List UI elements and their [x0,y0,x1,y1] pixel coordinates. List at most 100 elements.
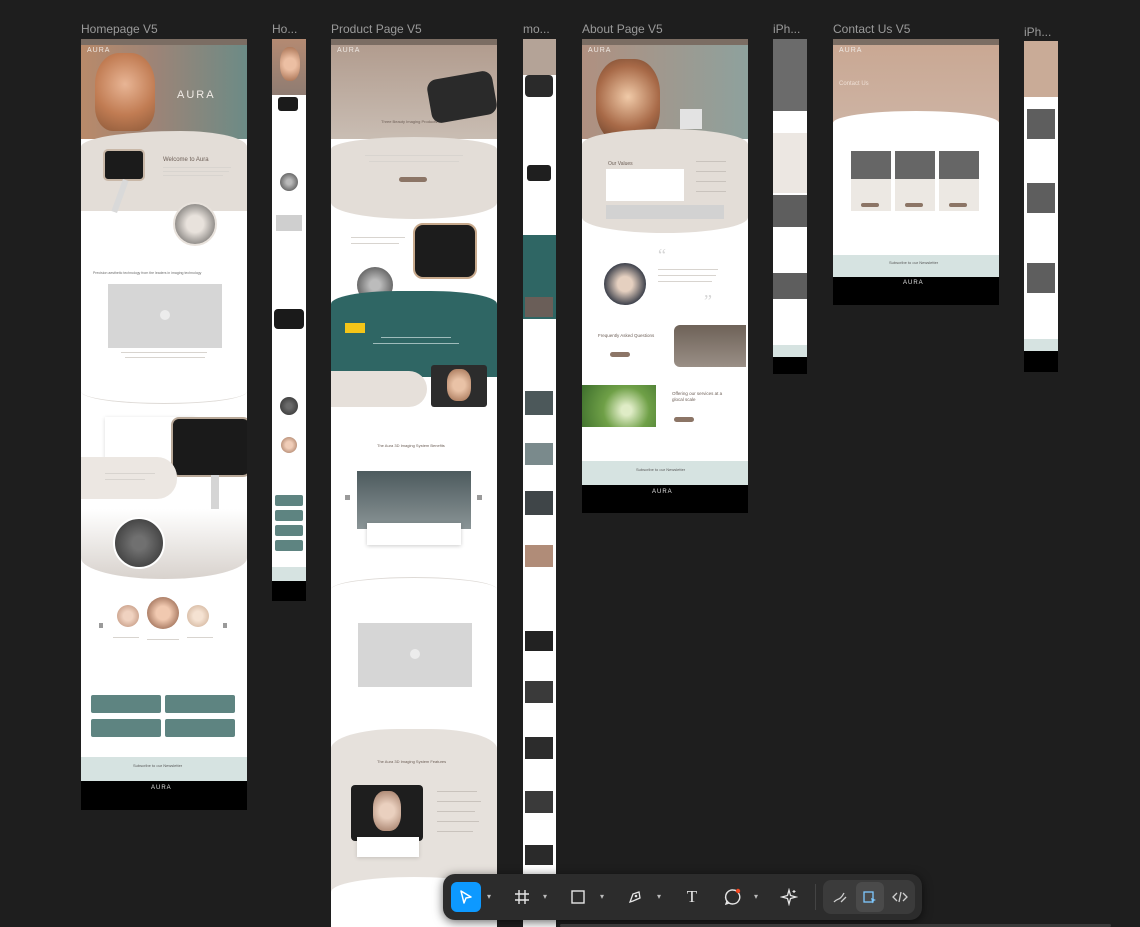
homepage-frame[interactable]: AURA AURA Welcome to Aura Precision aest… [81,39,247,810]
frame-label-homepage[interactable]: Homepage V5 [81,22,241,36]
home-mobile-portrait [280,47,300,81]
comment-icon [724,888,741,906]
play-icon[interactable] [160,310,170,320]
about-offer-button[interactable] [674,417,694,422]
homepage-newsletter-text: Subscribe to our Newsletter [133,763,183,768]
contact-mobile-newsletter [1024,339,1058,351]
about-footer-logo: AURA [652,489,673,495]
pen-tool-chevron-icon[interactable]: ▾ [657,892,665,901]
text-tool-button[interactable]: T [677,882,707,912]
pen-tool-button[interactable] [620,882,650,912]
homepage-device-large [171,417,247,477]
info-card-calendar[interactable] [165,695,235,713]
home-mobile-device-2 [274,309,304,329]
home-mobile-info-2[interactable] [275,510,303,521]
homepage-nav-bar [81,39,247,45]
info-card-location[interactable] [91,695,161,713]
contact-card-2-button[interactable] [905,203,923,207]
product-tablet-face [447,369,471,401]
about-mobile-frame[interactable] [773,39,807,374]
homepage-device-base [211,475,219,511]
product-mobile-photo-1 [525,297,553,317]
info-card-contact[interactable] [165,719,235,737]
product-beige-card [331,371,427,407]
rectangle-tool-button[interactable] [563,882,593,912]
rectangle-tool-chevron-icon[interactable]: ▾ [600,892,608,901]
about-logo: AURA [588,47,612,54]
about-newsletter-band [582,461,748,485]
product-carousel-next[interactable] [477,495,482,500]
move-tool-chevron-icon[interactable]: ▾ [487,892,495,901]
frame-label-contact-mobile[interactable]: iPh... [1024,25,1060,39]
contact-mobile-card-2 [1027,183,1055,213]
home-mobile-info-1[interactable] [275,495,303,506]
contact-mobile-hero [1024,41,1058,97]
contact-mobile-frame[interactable] [1024,41,1058,372]
contact-footer-logo: AURA [903,280,924,286]
about-mobile-footer [773,357,807,374]
product-mobile-photo-4 [525,491,553,515]
frame-label-product-mobile[interactable]: mo... [523,22,559,36]
product-device-image [413,223,477,279]
sparkle-icon [780,888,798,906]
home-mobile-video[interactable] [276,215,302,231]
info-card-handshake[interactable] [91,719,161,737]
about-newsletter-text: Subscribe to our Newsletter [636,467,686,472]
product-frame[interactable]: AURA Three Beauty Imaging Products The A… [331,39,497,927]
product-mobile-photo-8 [525,737,553,759]
contact-card-3-button[interactable] [949,203,967,207]
home-mobile-testimonial [281,437,297,453]
frame-label-contact[interactable]: Contact Us V5 [833,22,993,36]
cursor-icon [460,890,472,904]
product-mobile-photo-5 [525,545,553,567]
frame-tool-button[interactable] [507,882,537,912]
design-mode-button[interactable] [856,882,884,912]
comment-tool-chevron-icon[interactable]: ▾ [754,892,762,901]
actions-tool-button[interactable] [774,882,804,912]
about-mobile-card-2 [773,273,807,299]
contact-card-1-button[interactable] [861,203,879,207]
home-mobile-frame[interactable] [272,39,306,601]
product-mobile-photo-2 [525,391,553,415]
about-values-bar [606,205,724,219]
frame-label-home-mobile[interactable]: Ho... [272,22,308,36]
testimonial-avatar-3 [187,605,209,627]
move-tool-button[interactable] [451,882,481,912]
homepage-hero-logo: AURA [177,89,216,101]
comment-tool-button[interactable] [718,882,748,912]
frame-icon [515,890,529,904]
product-mobile-photo-6 [525,631,553,651]
contact-mobile-footer [1024,351,1058,372]
draw-mode-button[interactable] [826,882,854,912]
about-meeting-photo [674,325,746,367]
product-logo: AURA [337,47,361,54]
product-play-icon[interactable] [410,649,420,659]
carousel-next-arrow[interactable] [223,623,227,628]
product-mobile-frame[interactable] [523,39,556,927]
contact-logo: AURA [839,47,863,54]
frame-label-product[interactable]: Product Page V5 [331,22,491,36]
frame-label-about-mobile[interactable]: iPh... [773,22,809,36]
home-mobile-device [278,97,298,111]
product-hero-text: Three Beauty Imaging Products [381,119,438,124]
homepage-team-photo [113,517,165,569]
carousel-prev-arrow[interactable] [99,623,103,628]
frame-label-about[interactable]: About Page V5 [582,22,742,36]
about-frame[interactable]: AURA Our Values “ ” Frequently Asked Que… [582,39,748,513]
draw-icon [833,892,847,903]
product-cta-button[interactable] [399,177,427,182]
home-mobile-info-4[interactable] [275,540,303,551]
toolbar-divider [815,884,816,910]
product-mobile-photo-3 [525,443,553,465]
about-faq-title: Frequently Asked Questions [598,333,655,338]
product-wave-lines [331,577,497,602]
contact-frame[interactable]: AURA Contact Us Subscribe to our Newslet… [833,39,999,305]
home-mobile-info-3[interactable] [275,525,303,536]
rectangle-icon [571,890,585,904]
about-faq-button[interactable] [610,352,630,357]
product-carousel-prev[interactable] [345,495,350,500]
contact-nav-bar [833,39,999,45]
dev-mode-button[interactable] [886,882,914,912]
homepage-hero-portrait [95,53,155,131]
frame-tool-chevron-icon[interactable]: ▾ [543,892,551,901]
